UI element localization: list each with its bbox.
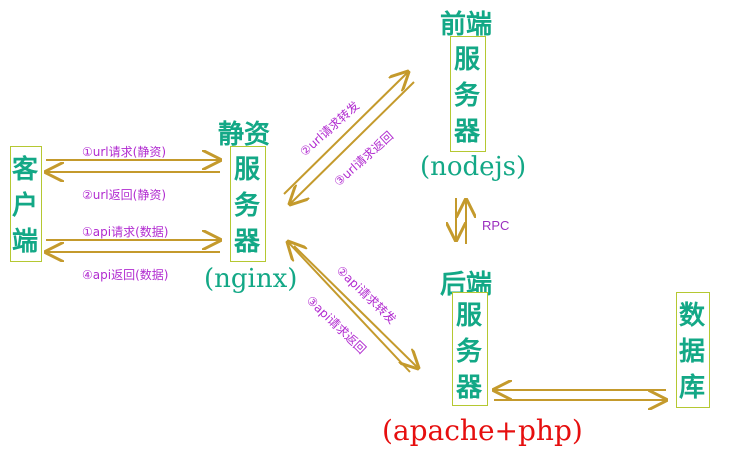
frontend-server-name: (nodejs) xyxy=(420,152,527,182)
static-server-name: (nginx) xyxy=(204,264,298,294)
api-return-label: ④api返回(数据) xyxy=(82,268,169,282)
api-request-label: ①api请求(数据) xyxy=(82,225,169,239)
client-label: 客户端 xyxy=(11,155,38,257)
url-return-label: ②url返回(静资) xyxy=(82,188,166,202)
url-request-label: ①url请求(静资) xyxy=(82,145,166,159)
database-label: 数据库 xyxy=(678,301,705,403)
rpc-label: RPC xyxy=(482,218,510,233)
backend-server-name: (apache+php) xyxy=(382,414,583,447)
static-server-label: 服务器 xyxy=(233,155,260,257)
backend-server-label: 服务器 xyxy=(455,301,482,403)
frontend-server-label: 服务器 xyxy=(453,45,480,147)
